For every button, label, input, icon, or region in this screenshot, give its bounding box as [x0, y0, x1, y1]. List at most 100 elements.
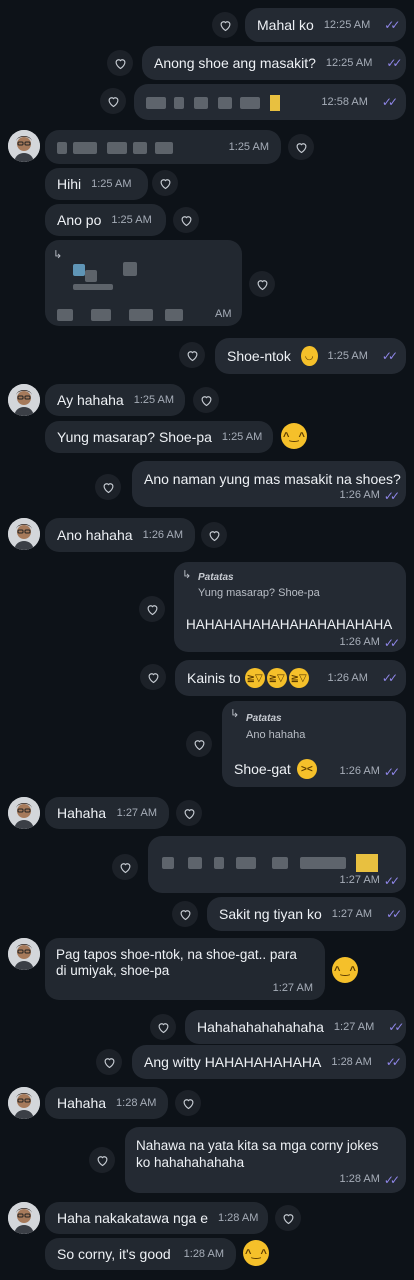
- reply-quote: ↳ Patatas Yung masarap? Shoe-pa: [182, 568, 398, 604]
- read-ticks-icon: ✓✓: [381, 671, 398, 685]
- message-time: 1:28 AM: [218, 1212, 259, 1224]
- message-text: HAHAHAHAHAHAHAHAHAHAHA: [186, 617, 393, 632]
- heart-react-button[interactable]: [201, 522, 227, 548]
- message-text-line1: Nahawa na yata kita sa mga corny jokes: [136, 1138, 379, 1153]
- message-incoming-reply-redacted[interactable]: ↳ AM: [45, 240, 242, 326]
- grinning-squint-emoji-icon[interactable]: ^‿^: [332, 957, 358, 983]
- heart-react-button[interactable]: [176, 800, 202, 826]
- message-outgoing-reply[interactable]: ↳ Patatas Ano hahaha Shoe-gat >< 1:26 AM ✓…: [222, 701, 406, 787]
- heart-outline-icon: [207, 528, 222, 543]
- message-outgoing[interactable]: Ano naman yung mas masakit na shoes? 1:2…: [132, 461, 406, 507]
- message-outgoing[interactable]: Shoe-ntok ◡ 1:25 AM ✓✓: [215, 338, 406, 374]
- heart-outline-icon: [281, 1211, 296, 1226]
- message-time: 1:27 AM: [331, 908, 373, 920]
- message-incoming[interactable]: Pag tapos shoe-ntok, na shoe-gat.. para …: [45, 938, 325, 1000]
- read-ticks-icon: ✓✓: [386, 56, 402, 70]
- heart-react-button[interactable]: [89, 1147, 115, 1173]
- heart-react-button[interactable]: [96, 1049, 122, 1075]
- message-text: Kainis to: [187, 670, 241, 686]
- quote-author: Patatas: [246, 713, 282, 724]
- message-text: Ano po: [57, 212, 102, 228]
- message-text: Ano hahaha: [57, 527, 133, 543]
- avatar[interactable]: [8, 130, 40, 162]
- heart-react-button[interactable]: [212, 12, 238, 38]
- grinning-squint-emoji-icon: ><: [296, 759, 317, 779]
- message-incoming[interactable]: Haha nakakatawa nga e 1:28 AM: [45, 1202, 268, 1234]
- heart-react-button[interactable]: [150, 1014, 176, 1040]
- rolling-laughing-emoji-icon: ≧▽: [244, 668, 265, 688]
- message-incoming[interactable]: Yung masarap? Shoe-pa 1:25 AM: [45, 421, 273, 453]
- message-text: Ang witty HAHAHAHAHAHA: [144, 1054, 322, 1070]
- message-text: Hahahahahahahaha: [197, 1019, 324, 1035]
- avatar[interactable]: [8, 938, 40, 970]
- heart-outline-icon: [156, 1020, 171, 1035]
- read-ticks-icon: ✓✓: [383, 765, 400, 779]
- message-outgoing-redacted[interactable]: 12:58 AM ✓✓: [134, 84, 406, 120]
- avatar[interactable]: [8, 1202, 40, 1234]
- message-outgoing[interactable]: Kainis to ≧▽ ≧▽ ≧▽ 1:26 AM ✓✓: [175, 660, 406, 696]
- read-ticks-icon: ✓✓: [386, 907, 402, 921]
- heart-outline-icon: [179, 213, 194, 228]
- grinning-squint-emoji-icon[interactable]: ^‿^: [281, 423, 307, 449]
- message-time: 1:25 AM: [111, 214, 152, 226]
- heart-react-button[interactable]: [107, 50, 133, 76]
- avatar[interactable]: [8, 797, 40, 829]
- message-text: Anong shoe ang masakit?: [154, 55, 316, 71]
- message-text: Ay hahaha: [57, 392, 124, 408]
- message-outgoing[interactable]: Mahal ko 12:25 AM ✓✓: [245, 8, 406, 42]
- message-incoming[interactable]: Hahaha 1:27 AM: [45, 797, 169, 829]
- heart-react-button[interactable]: [112, 854, 138, 880]
- read-ticks-icon: ✓✓: [383, 636, 400, 650]
- heart-react-button[interactable]: [186, 731, 212, 757]
- read-ticks-icon: ✓✓: [381, 95, 398, 109]
- heart-react-button[interactable]: [249, 271, 275, 297]
- message-incoming[interactable]: Ano po 1:25 AM: [45, 204, 166, 236]
- message-incoming[interactable]: Hahaha 1:28 AM: [45, 1087, 168, 1119]
- heart-react-button[interactable]: [100, 88, 126, 114]
- heart-react-button[interactable]: [275, 1205, 301, 1231]
- heart-react-button[interactable]: [173, 207, 199, 233]
- message-time: 1:26 AM: [327, 672, 368, 684]
- heart-react-button[interactable]: [152, 170, 178, 196]
- heart-react-button[interactable]: [139, 596, 165, 622]
- message-incoming[interactable]: Ano hahaha 1:26 AM: [45, 518, 195, 552]
- message-incoming-redacted[interactable]: 1:25 AM: [45, 130, 281, 164]
- heart-react-button[interactable]: [140, 664, 166, 690]
- heart-outline-icon: [158, 176, 173, 191]
- redacted-text: [57, 139, 173, 155]
- message-outgoing-redacted[interactable]: 1:27 AM ✓✓: [148, 836, 406, 893]
- avatar[interactable]: [8, 384, 40, 416]
- heart-react-button[interactable]: [288, 134, 314, 160]
- redacted-text: [57, 306, 183, 322]
- heart-outline-icon: [106, 94, 121, 109]
- read-ticks-icon: ✓✓: [381, 349, 398, 363]
- message-time: 1:28 AM: [339, 1173, 380, 1185]
- redacted-text: [146, 93, 280, 111]
- avatar[interactable]: [8, 1087, 40, 1119]
- heart-react-button[interactable]: [95, 474, 121, 500]
- grinning-squint-emoji-icon[interactable]: ^‿^: [243, 1240, 269, 1266]
- heart-react-button[interactable]: [175, 1090, 201, 1116]
- heart-outline-icon: [185, 348, 200, 363]
- message-text: So corny, it's good: [57, 1246, 171, 1262]
- heart-react-button[interactable]: [172, 901, 198, 927]
- heart-react-button[interactable]: [193, 387, 219, 413]
- message-outgoing-reply[interactable]: ↳ Patatas Yung masarap? Shoe-pa HAHAHAHA…: [174, 562, 406, 652]
- heart-outline-icon: [102, 1055, 117, 1070]
- message-outgoing[interactable]: Anong shoe ang masakit? 12:25 AM ✓✓: [142, 46, 406, 80]
- message-outgoing[interactable]: Sakit ng tiyan ko 1:27 AM ✓✓: [207, 897, 406, 931]
- heart-outline-icon: [182, 806, 197, 821]
- heart-outline-icon: [118, 860, 133, 875]
- message-text: Hahaha: [57, 805, 107, 821]
- message-incoming[interactable]: Ay hahaha 1:25 AM: [45, 384, 185, 416]
- heart-react-button[interactable]: [179, 342, 205, 368]
- avatar[interactable]: [8, 518, 40, 550]
- heart-outline-icon: [146, 670, 161, 685]
- message-outgoing[interactable]: Ang witty HAHAHAHAHAHA 1:28 AM ✓✓: [132, 1045, 406, 1079]
- message-outgoing[interactable]: Hahahahahahahaha 1:27 AM ✓✓: [185, 1010, 406, 1044]
- message-time: 1:27 AM: [339, 874, 380, 886]
- message-incoming[interactable]: Hihi 1:25 AM: [45, 168, 148, 200]
- message-text: Hahaha: [57, 1095, 107, 1111]
- message-outgoing[interactable]: Nahawa na yata kita sa mga corny jokes k…: [125, 1127, 406, 1193]
- message-incoming[interactable]: So corny, it's good 1:28 AM: [45, 1238, 236, 1270]
